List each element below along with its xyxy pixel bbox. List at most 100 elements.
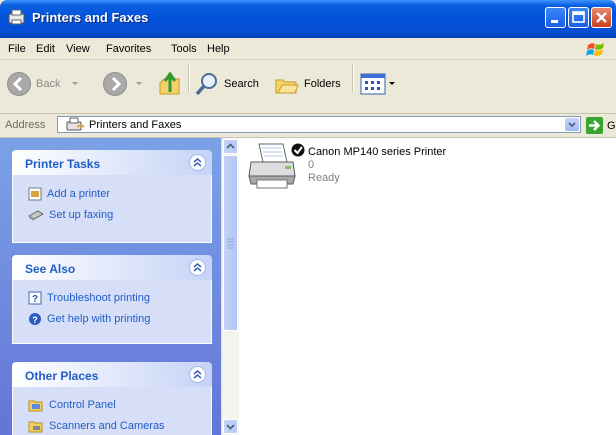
maximize-button[interactable]: [568, 7, 589, 28]
views-button[interactable]: [360, 69, 396, 99]
get-help-printing-link[interactable]: ? Get help with printing: [13, 308, 211, 329]
grip-icon: [227, 238, 234, 249]
address-field[interactable]: Printers and Faxes: [57, 116, 581, 133]
search-icon: [195, 73, 217, 96]
printer-list-pane: Canon MP140 series Printer 0 Ready: [239, 138, 616, 435]
other-places-header[interactable]: Other Places: [12, 362, 212, 387]
help-topic-icon: ?: [28, 291, 42, 305]
address-dropdown-button[interactable]: [565, 118, 579, 131]
go-button[interactable]: Go: [586, 117, 616, 134]
menu-help[interactable]: Help: [207, 43, 230, 55]
printer-tasks-panel: Printer Tasks Add a printer Set up faxin…: [12, 150, 212, 243]
windows-logo-icon: [586, 43, 604, 56]
other-places-body: Control Panel Scanners and Cameras: [12, 387, 212, 435]
close-button[interactable]: [591, 7, 612, 28]
search-button[interactable]: Search: [194, 69, 259, 99]
scanners-cameras-icon: [28, 421, 43, 432]
menu-bar: File Edit View Favorites Tools Help: [0, 38, 616, 60]
dropdown-arrow-icon: [72, 82, 79, 85]
dropdown-arrow-icon: [389, 82, 395, 85]
go-label: Go: [607, 119, 616, 132]
go-arrow-icon: [586, 117, 603, 134]
address-label: Address: [5, 119, 46, 131]
other-places-title: Other Places: [25, 369, 99, 383]
collapse-button[interactable]: [189, 154, 206, 171]
collapse-button[interactable]: [189, 366, 206, 383]
printer-tasks-body: Add a printer Set up faxing: [12, 175, 212, 243]
see-also-header[interactable]: See Also: [12, 255, 212, 280]
control-panel-link[interactable]: Control Panel: [13, 394, 211, 415]
fax-icon: [28, 209, 44, 221]
set-up-faxing-link[interactable]: Set up faxing: [13, 204, 211, 225]
collapse-button[interactable]: [189, 259, 206, 276]
explorer-window: Printers and Faxes File Edit View Favori…: [0, 0, 616, 435]
address-bar: Address Printers and Faxes Go: [0, 114, 616, 138]
set-up-faxing-label: Set up faxing: [49, 208, 114, 221]
window-title: Printers and Faxes: [32, 10, 149, 25]
printer-name: Canon MP140 series Printer: [308, 146, 447, 158]
chevron-up-icon: [226, 143, 235, 149]
menu-favorites[interactable]: Favorites: [106, 43, 151, 55]
title-bar[interactable]: Printers and Faxes: [0, 0, 616, 38]
close-icon: [596, 12, 607, 23]
troubleshoot-printing-label: Troubleshoot printing: [47, 291, 150, 304]
forward-arrow-icon: [103, 72, 127, 96]
up-folder-button[interactable]: [158, 69, 182, 99]
double-chevron-up-icon: [193, 158, 202, 167]
add-printer-label: Add a printer: [47, 187, 110, 200]
search-label: Search: [224, 78, 259, 90]
menu-file[interactable]: File: [8, 43, 26, 55]
menu-edit[interactable]: Edit: [36, 43, 55, 55]
back-button[interactable]: Back: [6, 69, 80, 99]
minimize-button[interactable]: [545, 7, 566, 28]
double-chevron-up-icon: [193, 263, 202, 272]
scroll-down-button[interactable]: [223, 419, 238, 434]
printer-tasks-title: Printer Tasks: [25, 157, 101, 171]
scanners-and-cameras-label: Scanners and Cameras: [49, 419, 165, 432]
see-also-panel: See Also ? Troubleshoot printing ? Get h…: [12, 255, 212, 344]
printer-document-count: 0: [308, 159, 315, 171]
task-pane-scrollbar[interactable]: [221, 138, 239, 435]
toolbar-separator: [188, 64, 190, 92]
chevron-down-icon: [568, 122, 576, 128]
task-pane: Printer Tasks Add a printer Set up faxin…: [0, 138, 221, 435]
help-icon: ?: [29, 312, 41, 325]
menu-tools[interactable]: Tools: [171, 43, 197, 55]
back-arrow-icon: [7, 72, 31, 96]
printer-folder-icon: [8, 9, 25, 25]
address-value: Printers and Faxes: [89, 119, 182, 131]
folders-button[interactable]: Folders: [274, 69, 341, 99]
folders-icon: [275, 79, 299, 94]
dropdown-arrow-icon: [136, 82, 142, 85]
printer-item[interactable]: Canon MP140 series Printer 0 Ready: [247, 142, 497, 194]
scroll-thumb[interactable]: [223, 155, 238, 331]
troubleshoot-printing-link[interactable]: ? Troubleshoot printing: [13, 287, 211, 308]
maximize-icon: [572, 11, 585, 23]
chevron-down-icon: [226, 424, 235, 430]
scanners-and-cameras-link[interactable]: Scanners and Cameras: [13, 415, 211, 435]
printer-status: Ready: [308, 172, 340, 184]
printer-icon: [248, 143, 305, 189]
up-folder-icon: [159, 71, 180, 95]
control-panel-icon: [28, 400, 43, 411]
printers-folder-icon: [66, 117, 85, 131]
other-places-panel: Other Places Control Panel Scanners and …: [12, 362, 212, 435]
see-also-title: See Also: [25, 262, 76, 276]
svg-text:?: ?: [32, 294, 38, 305]
standard-toolbar: Back Search Folders: [0, 60, 616, 114]
menu-view[interactable]: View: [66, 43, 90, 55]
see-also-body: ? Troubleshoot printing ? Get help with …: [12, 280, 212, 344]
control-panel-label: Control Panel: [49, 398, 116, 411]
back-label: Back: [36, 78, 61, 90]
get-help-printing-label: Get help with printing: [47, 312, 151, 325]
add-printer-link[interactable]: Add a printer: [13, 183, 211, 204]
forward-button[interactable]: [102, 69, 144, 99]
add-printer-icon: [28, 187, 42, 200]
minimize-icon: [551, 20, 558, 23]
toolbar-separator: [352, 64, 354, 92]
folders-label: Folders: [304, 78, 341, 90]
scroll-up-button[interactable]: [223, 139, 238, 154]
svg-text:?: ?: [32, 315, 38, 325]
views-icon: [360, 73, 386, 95]
printer-tasks-header[interactable]: Printer Tasks: [12, 150, 212, 175]
